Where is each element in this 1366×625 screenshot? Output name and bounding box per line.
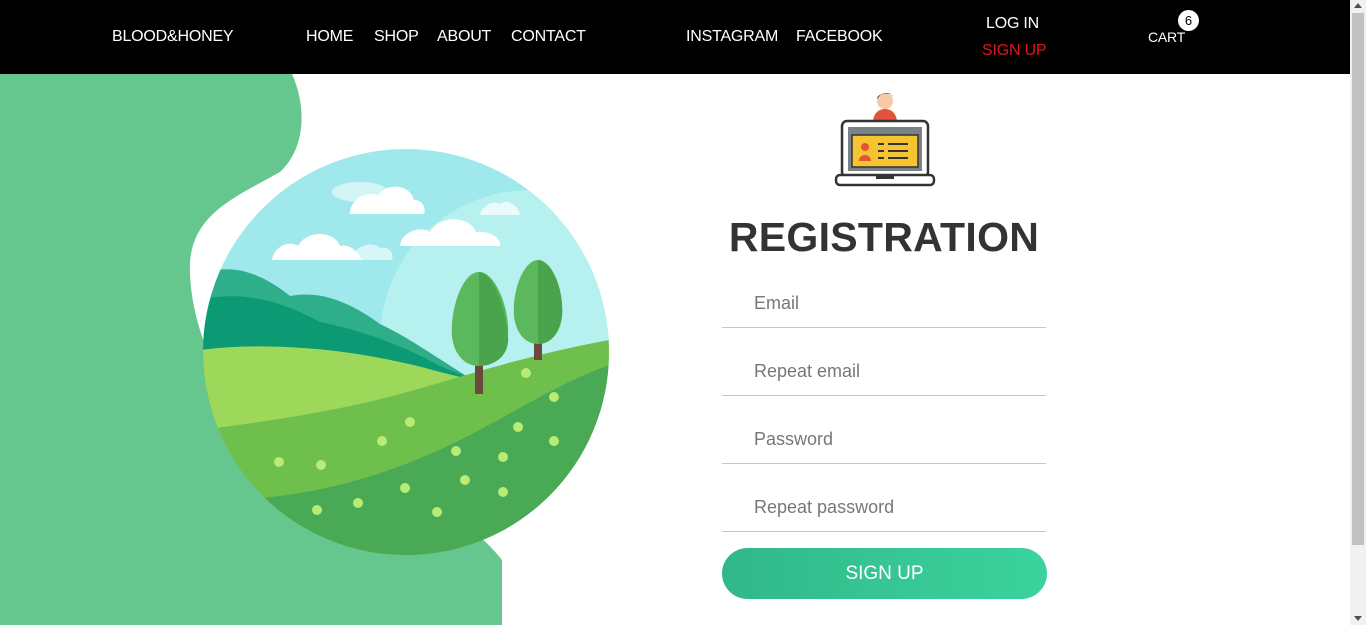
top-navbar: BLOOD&HONEY HOME SHOP ABOUT CONTACT INST…	[0, 0, 1350, 74]
repeat-password-field[interactable]	[722, 484, 1046, 532]
email-field[interactable]	[722, 280, 1046, 328]
scroll-up-arrow-icon[interactable]	[1354, 3, 1362, 8]
cart-link[interactable]: CART	[1148, 29, 1185, 45]
brand-logo[interactable]: BLOOD&HONEY	[112, 28, 234, 46]
password-field[interactable]	[722, 416, 1046, 464]
landscape-illustration	[0, 74, 609, 625]
nav-link-about[interactable]: ABOUT	[437, 28, 491, 46]
nav-link-instagram[interactable]: INSTAGRAM	[686, 28, 778, 46]
registration-title: REGISTRATION	[728, 214, 1040, 260]
page-scrollbar[interactable]	[1350, 0, 1366, 625]
nav-link-facebook[interactable]: FACEBOOK	[796, 28, 883, 46]
nav-link-shop[interactable]: SHOP	[374, 28, 419, 46]
repeat-email-field[interactable]	[722, 348, 1046, 396]
login-link[interactable]: LOG IN	[986, 15, 1039, 33]
laptop-user-profile-icon	[834, 93, 936, 187]
nav-link-contact[interactable]: CONTACT	[511, 28, 586, 46]
scroll-down-arrow-icon[interactable]	[1354, 616, 1362, 621]
cart-count-badge: 6	[1178, 10, 1199, 31]
nav-link-home[interactable]: HOME	[306, 28, 353, 46]
signup-link[interactable]: SIGN UP	[982, 42, 1047, 60]
sign-up-button[interactable]: SIGN UP	[722, 548, 1047, 599]
scrollbar-thumb[interactable]	[1352, 13, 1364, 545]
